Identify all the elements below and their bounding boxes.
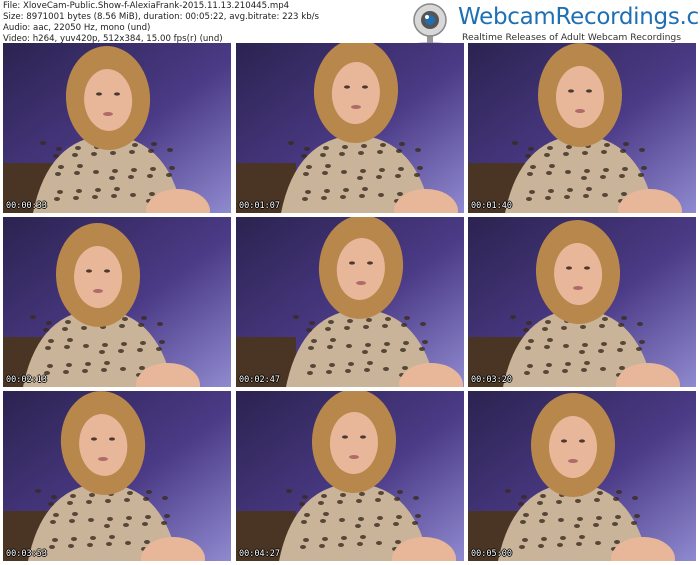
thumbnail[interactable]: 00:01:40: [468, 43, 696, 213]
thumbnail[interactable]: 00:02:13: [3, 217, 231, 387]
thumbnail[interactable]: 00:03:53: [3, 391, 231, 561]
thumbnail-scene: [3, 391, 231, 561]
thumbnail-scene: [3, 217, 231, 387]
thumbnail-scene: [3, 43, 231, 213]
thumbnail-scene: [236, 391, 464, 561]
thumbnail-timestamp: 00:03:53: [6, 549, 47, 559]
thumbnail-scene: [236, 43, 464, 213]
thumbnail[interactable]: 00:02:47: [236, 217, 464, 387]
thumbnail-scene: [236, 217, 464, 387]
thumbnail-timestamp: 00:00:33: [6, 201, 47, 211]
thumbnail[interactable]: 00:00:33: [3, 43, 231, 213]
thumbnail[interactable]: 00:05:00: [468, 391, 696, 561]
thumbnail-timestamp: 00:04:27: [239, 549, 280, 559]
thumbnail-timestamp: 00:03:20: [471, 375, 512, 385]
thumbnail-timestamp: 00:05:00: [471, 549, 512, 559]
thumbnail-timestamp: 00:01:07: [239, 201, 280, 211]
thumbnail-timestamp: 00:02:13: [6, 375, 47, 385]
thumbnail-grid: 00:00:33 00:01:07 00:01:40 00:02:13 00:0…: [0, 0, 700, 565]
thumbnail-timestamp: 00:02:47: [239, 375, 280, 385]
thumbnail[interactable]: 00:04:27: [236, 391, 464, 561]
thumbnail-scene: [468, 391, 696, 561]
thumbnail-scene: [468, 217, 696, 387]
thumbnail-timestamp: 00:01:40: [471, 201, 512, 211]
thumbnail[interactable]: 00:01:07: [236, 43, 464, 213]
thumbnail[interactable]: 00:03:20: [468, 217, 696, 387]
thumbnail-scene: [468, 43, 696, 213]
